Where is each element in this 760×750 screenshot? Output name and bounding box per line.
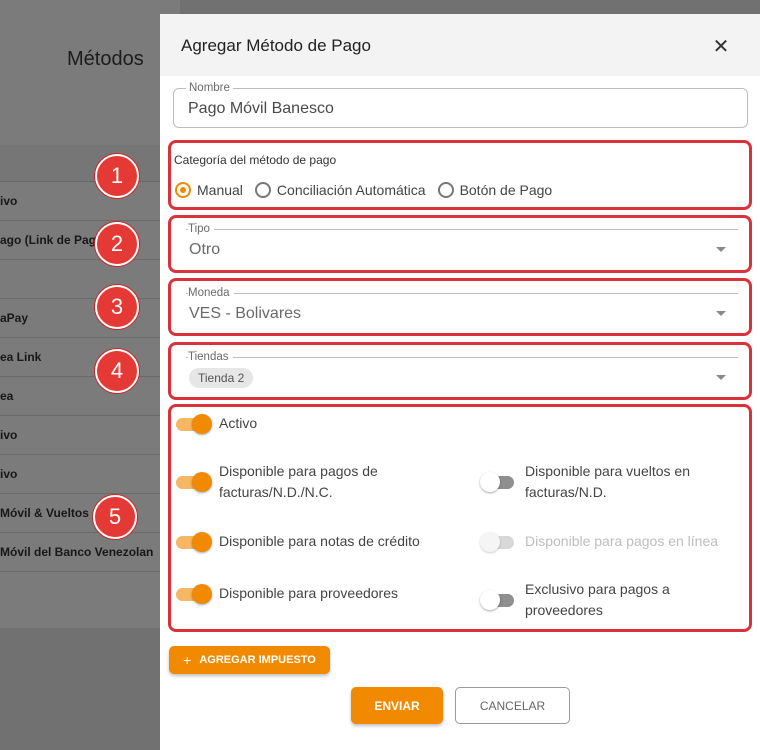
stores-select-line <box>186 357 738 358</box>
name-field-value: Pago Móvil Banesco <box>188 100 334 117</box>
invoice-payments-toggle[interactable] <box>174 472 212 492</box>
suppliers-label: Disponible para proveedores <box>219 585 398 601</box>
cancel-button[interactable]: CANCELAR <box>455 687 570 724</box>
store-chip[interactable]: Tienda 2 <box>189 368 254 388</box>
background-row: ivo <box>0 416 180 455</box>
category-radio-auto-reconciliation[interactable]: Conciliación Automática <box>254 182 426 198</box>
background-row: ea <box>0 377 180 416</box>
background-table-header <box>0 145 180 182</box>
plus-icon: + <box>183 652 192 668</box>
category-radio-manual[interactable]: Manual <box>175 182 243 198</box>
category-label: Categoría del método de pago <box>174 153 337 167</box>
background-row <box>0 260 180 299</box>
type-select-line <box>186 229 738 230</box>
chevron-down-icon <box>716 375 726 380</box>
close-button[interactable]: ✕ <box>708 33 734 59</box>
radio-label: Conciliación Automática <box>276 182 426 198</box>
invoice-payments-label-line2: facturas/N.D./N.C. <box>219 484 333 500</box>
background-row: ivo <box>0 182 180 221</box>
invoice-payments-label: Disponible para pagos de facturas/N.D./N.… <box>219 461 378 503</box>
currency-select[interactable]: Moneda VES - Bolivares <box>178 286 744 330</box>
switch-online-payments-row: Disponible para pagos en línea <box>480 531 718 552</box>
background-row: ago (Link de Pago <box>0 221 180 260</box>
annotation-badge-1: 1 <box>95 154 139 198</box>
highlight-box-1 <box>168 140 752 210</box>
currency-select-value: VES - Bolivares <box>189 305 302 322</box>
supplier-exclusive-label-line1: Exclusivo para pagos a <box>525 581 670 597</box>
currency-select-line <box>186 293 738 294</box>
add-tax-button[interactable]: + AGREGAR IMPUESTO <box>169 646 330 674</box>
category-radio-payment-button[interactable]: Botón de Pago <box>437 182 553 198</box>
radio-unselected-icon <box>437 182 454 198</box>
background-page-title: Métodos <box>67 48 144 70</box>
switch-suppliers-row: Disponible para proveedores <box>174 583 398 604</box>
switch-active-row: Activo <box>174 413 257 434</box>
drawer-title: Agregar Método de Pago <box>181 36 371 55</box>
supplier-exclusive-label: Exclusivo para pagos a proveedores <box>525 579 670 621</box>
supplier-exclusive-label-line2: proveedores <box>525 602 603 618</box>
chevron-down-icon <box>716 311 726 316</box>
radio-unselected-icon <box>254 182 271 198</box>
suppliers-toggle[interactable] <box>174 583 212 604</box>
stores-select-legend: Tiendas <box>188 350 233 364</box>
add-tax-label: AGREGAR IMPUESTO <box>199 654 316 666</box>
radio-label: Botón de Pago <box>459 182 553 198</box>
credit-notes-label: Disponible para notas de crédito <box>219 533 420 549</box>
active-toggle[interactable] <box>174 413 212 434</box>
annotation-badge-2: 2 <box>95 222 139 266</box>
annotation-badge-4: 4 <box>95 349 139 393</box>
switch-credit-notes-row: Disponible para notas de crédito <box>174 531 420 552</box>
online-payments-toggle <box>480 531 518 552</box>
background-row: aPay <box>0 299 180 338</box>
switch-invoice-payments-row: Disponible para pagos de facturas/N.D./N.… <box>174 461 474 503</box>
switch-change-invoices-row: Disponible para vueltos en facturas/N.D. <box>480 461 750 503</box>
add-payment-method-drawer: Agregar Método de Pago ✕ Nombre Pago Móv… <box>160 14 760 750</box>
background-row: Móvil del Banco Venezolan <box>0 533 180 572</box>
online-payments-label: Disponible para pagos en línea <box>525 533 719 549</box>
change-invoices-label-line2: facturas/N.D. <box>525 484 607 500</box>
name-field-legend: Nombre <box>186 81 233 95</box>
radio-label: Manual <box>197 182 243 198</box>
name-field[interactable]: Nombre Pago Móvil Banesco <box>173 81 748 128</box>
supplier-exclusive-toggle[interactable] <box>480 590 518 610</box>
change-invoices-toggle[interactable] <box>480 472 518 492</box>
type-select-value: Otro <box>189 241 221 258</box>
background-row: ivo <box>0 455 180 494</box>
annotation-badge-3: 3 <box>95 285 139 329</box>
invoice-payments-label-line1: Disponible para pagos de <box>219 463 378 479</box>
background-row: ea Link <box>0 338 180 377</box>
currency-select-legend: Moneda <box>188 286 234 300</box>
close-icon: ✕ <box>712 35 730 58</box>
credit-notes-toggle[interactable] <box>174 531 212 552</box>
annotation-badge-5: 5 <box>93 495 137 539</box>
category-radio-group: Manual Conciliación Automática Botón de … <box>175 182 564 198</box>
type-select-legend: Tipo <box>188 222 214 236</box>
stores-select[interactable]: Tiendas Tienda 2 <box>178 350 744 394</box>
background-row: Móvil & Vueltos <box>0 494 180 533</box>
drawer-header: Agregar Método de Pago ✕ <box>160 14 760 76</box>
submit-button[interactable]: ENVIAR <box>351 687 443 724</box>
change-invoices-label-line1: Disponible para vueltos en <box>525 463 690 479</box>
chevron-down-icon <box>716 247 726 252</box>
switch-supplier-exclusive-row: Exclusivo para pagos a proveedores <box>480 579 750 621</box>
radio-selected-icon <box>175 182 191 198</box>
change-invoices-label: Disponible para vueltos en facturas/N.D. <box>525 461 690 503</box>
type-select[interactable]: Tipo Otro <box>178 222 744 266</box>
active-label: Activo <box>219 415 258 431</box>
